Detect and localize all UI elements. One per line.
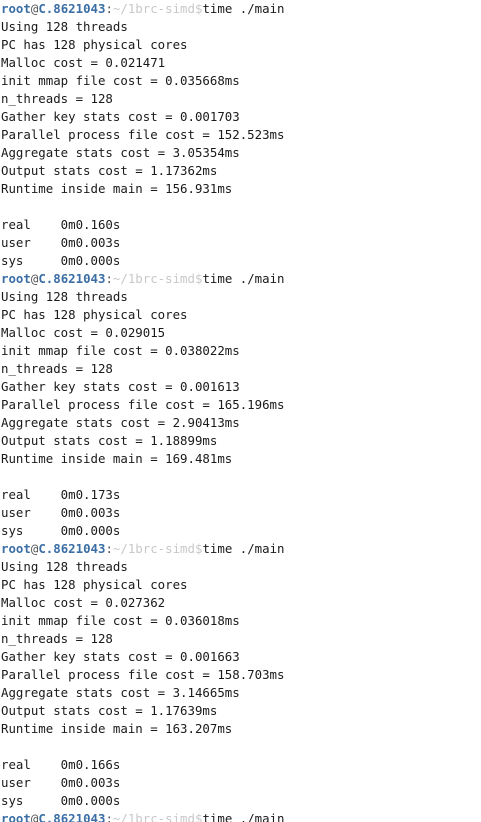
output-line: init mmap file cost = 0.036018ms [1, 613, 240, 628]
command-text: time ./main [202, 271, 285, 286]
output-line: Using 128 threads [1, 289, 128, 304]
command-text: time ./main [202, 1, 285, 16]
output-line: Output stats cost = 1.18899ms [1, 433, 218, 448]
output-line: Aggregate stats cost = 3.05354ms [1, 145, 240, 160]
prompt-colon: : [105, 541, 113, 556]
prompt-path: ~/1brc-simd [112, 1, 195, 16]
prompt-path: ~/1brc-simd [112, 271, 195, 286]
output-line: Parallel process file cost = 158.703ms [1, 667, 285, 682]
output-line: Runtime inside main = 169.481ms [1, 451, 233, 466]
output-line: Using 128 threads [1, 19, 128, 34]
output-line: Malloc cost = 0.029015 [1, 325, 166, 340]
prompt-host: C.8621043 [38, 811, 106, 822]
output-line: PC has 128 physical cores [1, 37, 188, 52]
prompt-line: root@C.8621043:~/1brc-simd$time ./main [1, 540, 481, 558]
terminal-window[interactable]: root@C.8621043:~/1brc-simd$time ./main Us… [0, 0, 481, 822]
output-line: Gather key stats cost = 0.001703 [1, 109, 240, 124]
output-line: sys 0m0.000s [1, 523, 121, 538]
output-line: Malloc cost = 0.027362 [1, 595, 166, 610]
output-line: Gather key stats cost = 0.001663 [1, 649, 240, 664]
prompt-colon: : [105, 811, 113, 822]
output-line: user 0m0.003s [1, 235, 121, 250]
prompt-host: C.8621043 [38, 541, 106, 556]
output-line: user 0m0.003s [1, 775, 121, 790]
prompt-path: ~/1brc-simd [112, 811, 195, 822]
output-line: real 0m0.173s [1, 487, 121, 502]
prompt-user: root [1, 1, 31, 16]
prompt-path: ~/1brc-simd [112, 541, 195, 556]
prompt-colon: : [105, 1, 113, 16]
output-line: Aggregate stats cost = 2.90413ms [1, 415, 240, 430]
output-line: PC has 128 physical cores [1, 577, 188, 592]
output-line: n_threads = 128 [1, 91, 113, 106]
prompt-host: C.8621043 [38, 271, 106, 286]
output-line: user 0m0.003s [1, 505, 121, 520]
output-line: Parallel process file cost = 165.196ms [1, 397, 285, 412]
output-line: Malloc cost = 0.021471 [1, 55, 166, 70]
output-line: sys 0m0.000s [1, 793, 121, 808]
output-line: Output stats cost = 1.17639ms [1, 703, 218, 718]
output-line: Using 128 threads [1, 559, 128, 574]
output-line: sys 0m0.000s [1, 253, 121, 268]
output-line: Parallel process file cost = 152.523ms [1, 127, 285, 142]
command-text: time ./main [202, 541, 285, 556]
output-line: Aggregate stats cost = 3.14665ms [1, 685, 240, 700]
output-line: Output stats cost = 1.17362ms [1, 163, 218, 178]
output-line: init mmap file cost = 0.035668ms [1, 73, 240, 88]
output-line: PC has 128 physical cores [1, 307, 188, 322]
output-line: Runtime inside main = 156.931ms [1, 181, 233, 196]
prompt-user: root [1, 271, 31, 286]
prompt-line: root@C.8621043:~/1brc-simd$time ./main [1, 0, 481, 18]
output-line: real 0m0.166s [1, 757, 121, 772]
output-line: n_threads = 128 [1, 361, 113, 376]
output-line: Runtime inside main = 163.207ms [1, 721, 233, 736]
prompt-line: root@C.8621043:~/1brc-simd$time ./main [1, 270, 481, 288]
output-line: n_threads = 128 [1, 631, 113, 646]
output-line: Gather key stats cost = 0.001613 [1, 379, 240, 394]
command-text: time ./main [202, 811, 285, 822]
prompt-line: root@C.8621043:~/1brc-simd$time ./main [1, 810, 481, 822]
prompt-colon: : [105, 271, 113, 286]
prompt-user: root [1, 811, 31, 822]
prompt-user: root [1, 541, 31, 556]
prompt-host: C.8621043 [38, 1, 106, 16]
output-line: init mmap file cost = 0.038022ms [1, 343, 240, 358]
output-line: real 0m0.160s [1, 217, 121, 232]
